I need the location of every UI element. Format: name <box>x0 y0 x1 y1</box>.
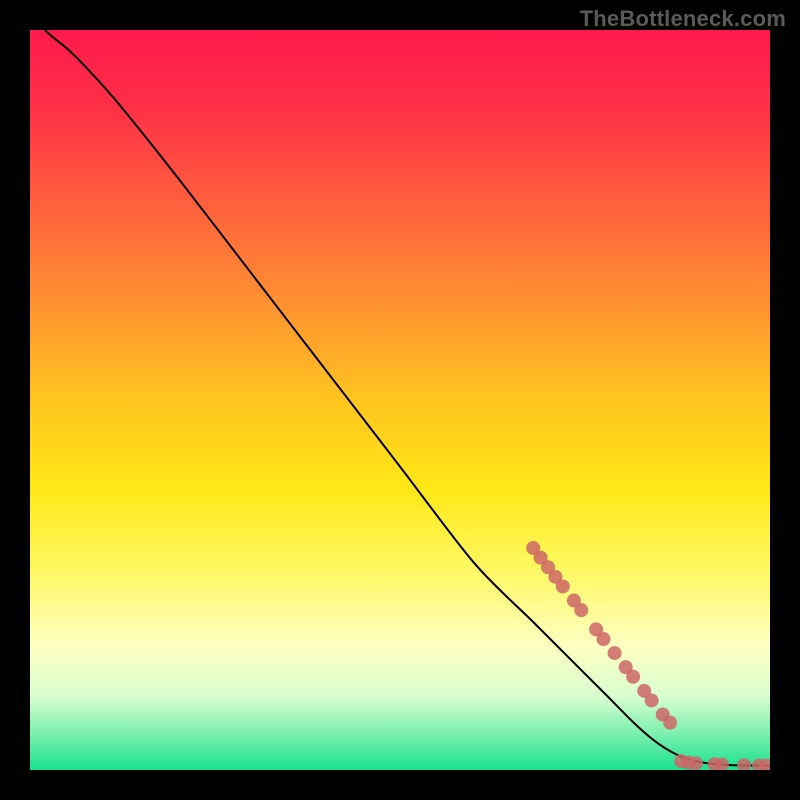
highlight-point <box>597 632 611 646</box>
highlight-point <box>689 756 703 770</box>
bottleneck-curve-chart <box>30 30 770 770</box>
highlight-point <box>645 693 659 707</box>
highlight-point <box>663 716 677 730</box>
chart-frame: TheBottleneck.com <box>0 0 800 800</box>
highlight-point <box>556 579 570 593</box>
watermark-text: TheBottleneck.com <box>580 6 786 32</box>
plot-area <box>30 30 770 770</box>
gradient-background <box>30 30 770 770</box>
highlight-point <box>626 670 640 684</box>
highlight-point <box>608 646 622 660</box>
highlight-point <box>574 603 588 617</box>
